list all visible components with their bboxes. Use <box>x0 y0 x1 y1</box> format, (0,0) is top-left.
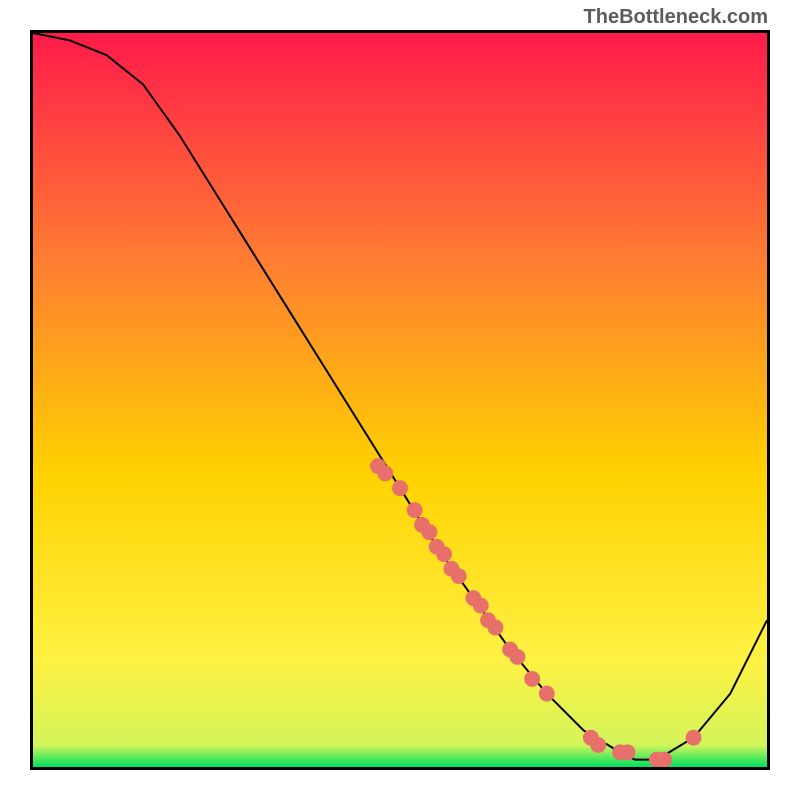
data-marker <box>656 752 672 767</box>
data-marker <box>451 568 467 584</box>
plot-area <box>30 30 770 770</box>
watermark-text: TheBottleneck.com <box>584 6 768 29</box>
data-marker <box>620 744 636 760</box>
chart-container: TheBottleneck.com <box>0 0 800 800</box>
data-marker <box>524 671 540 687</box>
data-marker <box>539 686 555 702</box>
data-marker <box>686 730 702 746</box>
bottleneck-curve <box>33 33 767 760</box>
data-marker <box>407 502 423 518</box>
data-marker <box>487 620 503 636</box>
data-marker <box>377 465 393 481</box>
data-marker <box>436 546 452 562</box>
data-marker <box>590 737 606 753</box>
data-marker <box>392 480 408 496</box>
curve-layer <box>33 33 767 767</box>
marker-group <box>370 458 701 767</box>
data-marker <box>473 598 489 614</box>
data-marker <box>421 524 437 540</box>
data-marker <box>510 649 526 665</box>
